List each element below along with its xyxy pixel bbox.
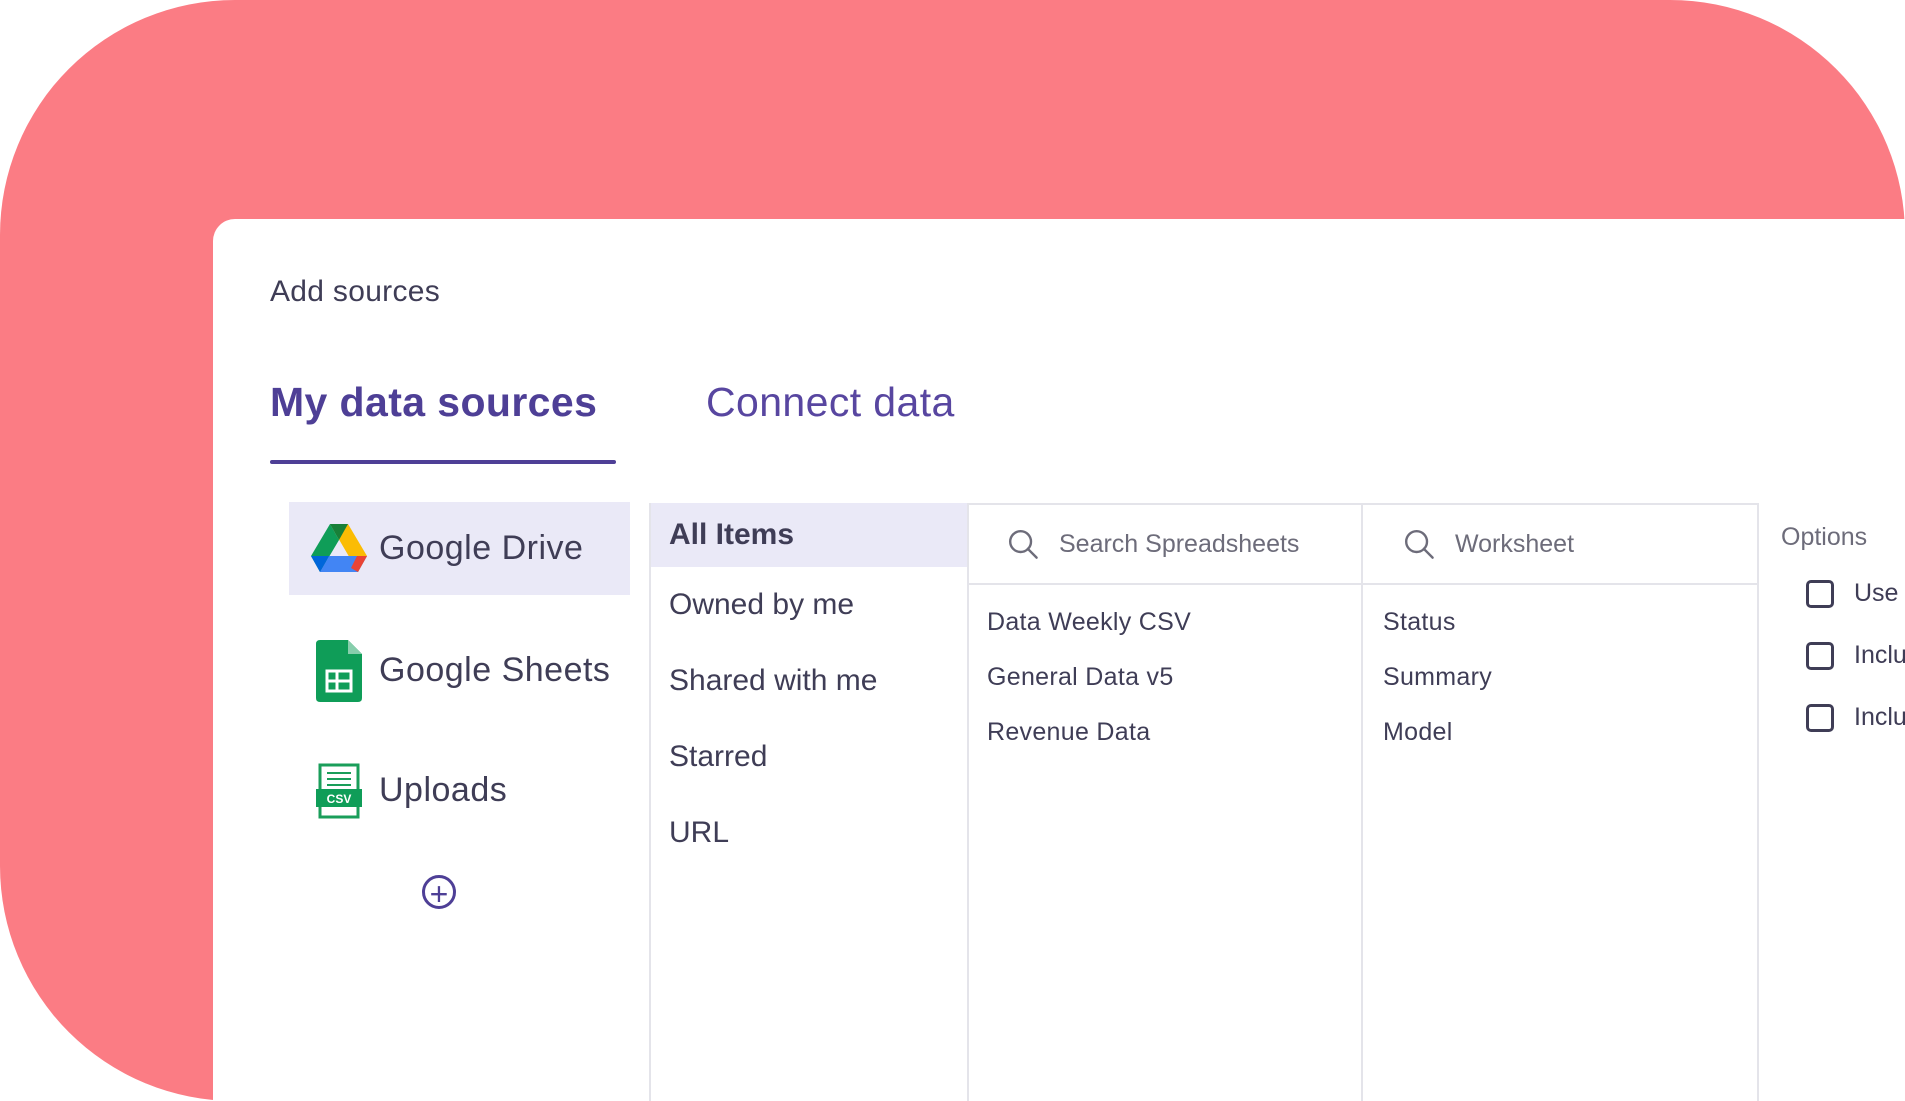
option-checkbox[interactable] — [1806, 579, 1834, 608]
worksheet-item[interactable]: Status — [1363, 595, 1757, 650]
source-label: Google Sheets — [379, 651, 611, 689]
source-label: Uploads — [379, 771, 508, 809]
google-drive-icon — [307, 517, 371, 581]
spreadsheet-item[interactable]: Data Weekly CSV — [967, 595, 1361, 650]
source-google-sheets[interactable]: Google Sheets — [289, 624, 630, 717]
add-sources-dialog: Add sources My data sources Connect data… — [213, 219, 1905, 1101]
options-title: Options — [1781, 523, 1868, 551]
option-label: Inclu — [1854, 703, 1905, 731]
spreadsheet-item[interactable]: General Data v5 — [967, 650, 1361, 705]
spreadsheet-item[interactable]: Revenue Data — [967, 705, 1361, 760]
worksheet-search-input[interactable] — [1453, 528, 1757, 560]
tab-connect-data[interactable]: Connect data — [706, 379, 955, 426]
option-label: Inclu — [1854, 641, 1905, 669]
worksheet-item[interactable]: Model — [1363, 705, 1757, 760]
worksheet-item[interactable]: Summary — [1363, 650, 1757, 705]
filter-all-items[interactable]: All Items — [651, 503, 967, 567]
option-row[interactable]: Inclu — [1806, 641, 1905, 670]
search-icon — [1009, 530, 1038, 559]
source-label: Google Drive — [379, 529, 584, 567]
spreadsheet-search-bar — [967, 503, 1361, 585]
spreadsheets-column: Data Weekly CSV General Data v5 Revenue … — [967, 503, 1363, 1101]
worksheets-column: Status Summary Model — [1363, 503, 1759, 1101]
google-sheets-icon — [307, 639, 371, 703]
filter-url[interactable]: URL — [651, 801, 967, 865]
plus-circle-icon[interactable]: + — [422, 875, 456, 910]
filter-starred[interactable]: Starred — [651, 725, 967, 789]
option-row[interactable]: Use — [1806, 579, 1898, 608]
source-google-drive[interactable]: Google Drive — [289, 502, 630, 595]
tab-my-data-sources[interactable]: My data sources — [270, 379, 597, 426]
option-checkbox[interactable] — [1806, 641, 1834, 670]
option-checkbox[interactable] — [1806, 703, 1834, 732]
option-label: Use — [1854, 579, 1899, 607]
spreadsheet-search-input[interactable] — [1057, 528, 1361, 560]
worksheet-search-bar — [1363, 503, 1757, 585]
csv-file-icon: CSV — [307, 759, 371, 823]
filter-shared-with-me[interactable]: Shared with me — [651, 649, 967, 713]
search-icon — [1405, 530, 1434, 559]
svg-text:CSV: CSV — [327, 792, 352, 806]
source-uploads[interactable]: CSV Uploads — [289, 744, 630, 837]
active-tab-indicator — [270, 460, 616, 464]
filter-owned-by-me[interactable]: Owned by me — [651, 573, 967, 637]
dialog-title: Add sources — [270, 275, 441, 308]
filter-list: All Items Owned by me Shared with me Sta… — [649, 503, 969, 1101]
option-row[interactable]: Inclu — [1806, 703, 1905, 732]
options-panel: Options Use Inclu Inclu — [1761, 503, 1905, 1101]
